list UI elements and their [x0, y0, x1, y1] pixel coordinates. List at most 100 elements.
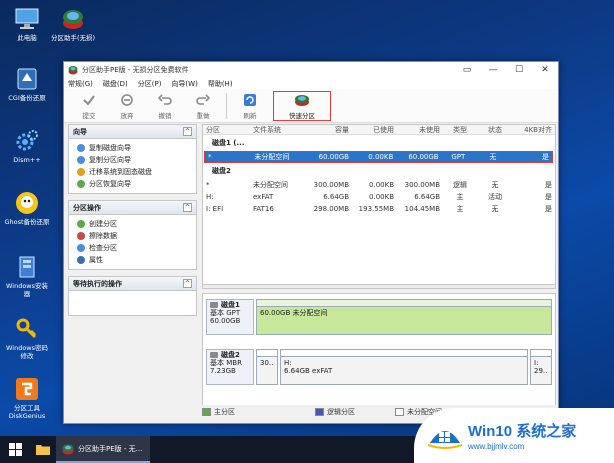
unallocated-swatch: [395, 408, 404, 416]
disk2-segment-h[interactable]: H: 6.64GB exFAT: [280, 349, 528, 385]
table-row[interactable]: I: EFI FAT16 298.00MB 193.55MB 104.45MB …: [203, 203, 555, 215]
pane-splitter[interactable]: [203, 284, 555, 288]
item-label: 创建分区: [89, 220, 117, 228]
segment-label: 30..: [260, 359, 274, 367]
legend-label: 主分区: [214, 408, 235, 416]
disk1-map-size: 60.00GB: [210, 317, 241, 325]
start-button[interactable]: [0, 436, 30, 463]
wizard-copy-disk[interactable]: 复制磁盘向导: [77, 142, 196, 154]
item-label: 复制磁盘向导: [89, 144, 131, 152]
wizard-section-header[interactable]: 向导 ^: [69, 125, 196, 139]
col-4k-align[interactable]: 4KB对齐: [510, 125, 555, 135]
menu-partition[interactable]: 分区(P): [138, 79, 162, 89]
menu-wizard[interactable]: 向导(W): [171, 79, 197, 89]
maximize-button[interactable]: ☐: [506, 62, 532, 78]
op-wipe-data[interactable]: 擦除数据: [77, 230, 196, 242]
desktop-icon-label: Windows安装器: [5, 282, 48, 298]
disk2-segment-i[interactable]: I: 29..: [530, 349, 552, 385]
cell: 未分配空间: [253, 181, 288, 189]
collapse-icon[interactable]: ^: [183, 279, 192, 288]
diskgenius-icon: [14, 376, 40, 402]
col-status[interactable]: 状态: [480, 125, 510, 135]
watermark-url: www.bjjmlv.com: [468, 442, 525, 451]
item-label: 擦除数据: [89, 232, 117, 240]
wizard-copy-partition[interactable]: 复制分区向导: [77, 154, 196, 166]
col-type[interactable]: 类型: [440, 125, 480, 135]
op-check-partition[interactable]: 检查分区: [77, 242, 196, 254]
desktop-icon-password[interactable]: Windows密码修改: [4, 316, 50, 360]
watermark-title: Win10 系统之家: [468, 423, 577, 440]
wizard-partition-recovery[interactable]: 分区恢复向导: [77, 178, 196, 190]
disk1-label[interactable]: 磁盘1 基本 GPT 60.00GB: [206, 299, 254, 335]
disk1-map: 磁盘1 基本 GPT 60.00GB 60.00GB 未分配空间: [206, 299, 552, 337]
menu-help[interactable]: 帮助(H): [208, 79, 233, 89]
desktop-icon-dism[interactable]: Dism++: [4, 128, 50, 164]
col-filesystem[interactable]: 文件系统: [253, 125, 305, 135]
folder-icon: [36, 445, 50, 455]
redo-button[interactable]: 重做: [184, 91, 222, 121]
desktop-icon-ghost[interactable]: Ghost备份还原: [4, 190, 50, 226]
cell: 298.00MB: [313, 205, 349, 213]
window-titlebar[interactable]: 分区助手PE版 - 无损分区免费软件 ▭ — ☐ ✕: [64, 62, 558, 78]
cell: 无: [491, 181, 499, 189]
cell: 是: [545, 205, 552, 213]
segment-info: 6.64GB exFAT: [284, 367, 333, 375]
refresh-button[interactable]: 刷新: [231, 91, 269, 121]
cell: 193.55MB: [358, 205, 394, 213]
desktop-icon-partition-assistant[interactable]: 分区助手(无损): [50, 6, 96, 42]
legend-logical: 逻辑分区: [315, 407, 355, 417]
op-create-partition[interactable]: 创建分区: [77, 218, 196, 230]
cell: 是: [541, 153, 549, 161]
undo-icon: [157, 92, 173, 108]
taskbar-app-label: 分区助手PE版 - 无...: [78, 444, 143, 453]
quick-partition-button[interactable]: 快速分区: [273, 90, 331, 121]
disk2-title: 磁盘2: [212, 167, 231, 175]
file-explorer-button[interactable]: [30, 436, 56, 463]
desktop-icon-this-pc[interactable]: 此电脑: [4, 6, 50, 42]
wizard-migrate-os[interactable]: 迁移系统到固态磁盘: [77, 166, 196, 178]
taskbar-app-partition-assistant[interactable]: 分区助手PE版 - 无...: [56, 436, 150, 463]
col-capacity[interactable]: 容量: [305, 125, 349, 135]
close-button[interactable]: ✕: [532, 62, 558, 78]
collapse-icon[interactable]: ^: [183, 203, 192, 212]
col-used[interactable]: 已使用: [349, 125, 394, 135]
table-row[interactable]: H: exFAT 6.64GB 0.00KB 6.64GB 主 活动 是: [203, 191, 555, 203]
disk2-label[interactable]: 磁盘2 基本 MBR 7.23GB: [206, 349, 254, 385]
wizard-section-title: 向导: [73, 127, 87, 136]
desktop-icon-cgi[interactable]: CGI备份还原: [4, 66, 50, 102]
refresh-icon: [242, 92, 258, 108]
desktop-icon-windows-installer[interactable]: Windows安装器: [4, 254, 50, 298]
undo-button[interactable]: 撤销: [146, 91, 184, 121]
col-partition[interactable]: 分区: [203, 125, 253, 135]
disk1-unallocated-segment[interactable]: 60.00GB 未分配空间: [256, 299, 552, 335]
restore-icon[interactable]: ▭: [454, 62, 480, 78]
copy-partition-icon: [77, 156, 85, 164]
op-properties[interactable]: 属性: [77, 254, 196, 266]
cell: 60.00GB: [408, 153, 439, 161]
disk2-segment-unallocated[interactable]: 30..: [256, 349, 278, 385]
desktop-icon-label: Ghost备份还原: [4, 218, 50, 226]
pending-ops-header[interactable]: 等待执行的操作 ^: [69, 277, 196, 291]
desktop-icon-diskgenius[interactable]: 分区工具DiskGenius: [4, 376, 50, 420]
cell: 0.00KB: [368, 153, 394, 161]
segment-drive-letter: H:: [284, 359, 292, 367]
table-row[interactable]: * 未分配空间 300.00MB 0.00KB 300.00MB 逻辑 无 是: [203, 179, 555, 191]
cgi-backup-icon: [14, 66, 40, 92]
menu-disk[interactable]: 磁盘(D): [103, 79, 128, 89]
menu-general[interactable]: 常规(G): [68, 79, 93, 89]
col-unused[interactable]: 未使用: [394, 125, 440, 135]
collapse-icon[interactable]: ^: [183, 127, 192, 136]
checkmark-icon: [81, 92, 97, 108]
undo-label: 撤销: [158, 111, 172, 120]
commit-button[interactable]: 提交: [70, 91, 108, 121]
discard-button[interactable]: 放弃: [108, 91, 146, 121]
partition-ops-header[interactable]: 分区操作 ^: [69, 201, 196, 215]
table-row-selected[interactable]: * 未分配空间 60.00GB 0.00KB 60.00GB GPT 无 是: [204, 151, 553, 163]
cell: 300.00MB: [404, 181, 440, 189]
app-logo-icon: [68, 66, 78, 75]
partition-assistant-icon: [62, 444, 74, 454]
disk-icon: [210, 302, 218, 308]
table-header: 分区 文件系统 容量 已使用 未使用 类型 状态 4KB对齐: [203, 125, 555, 135]
disk2-map-size: 7.23GB: [210, 367, 236, 375]
minimize-button[interactable]: —: [480, 62, 506, 78]
